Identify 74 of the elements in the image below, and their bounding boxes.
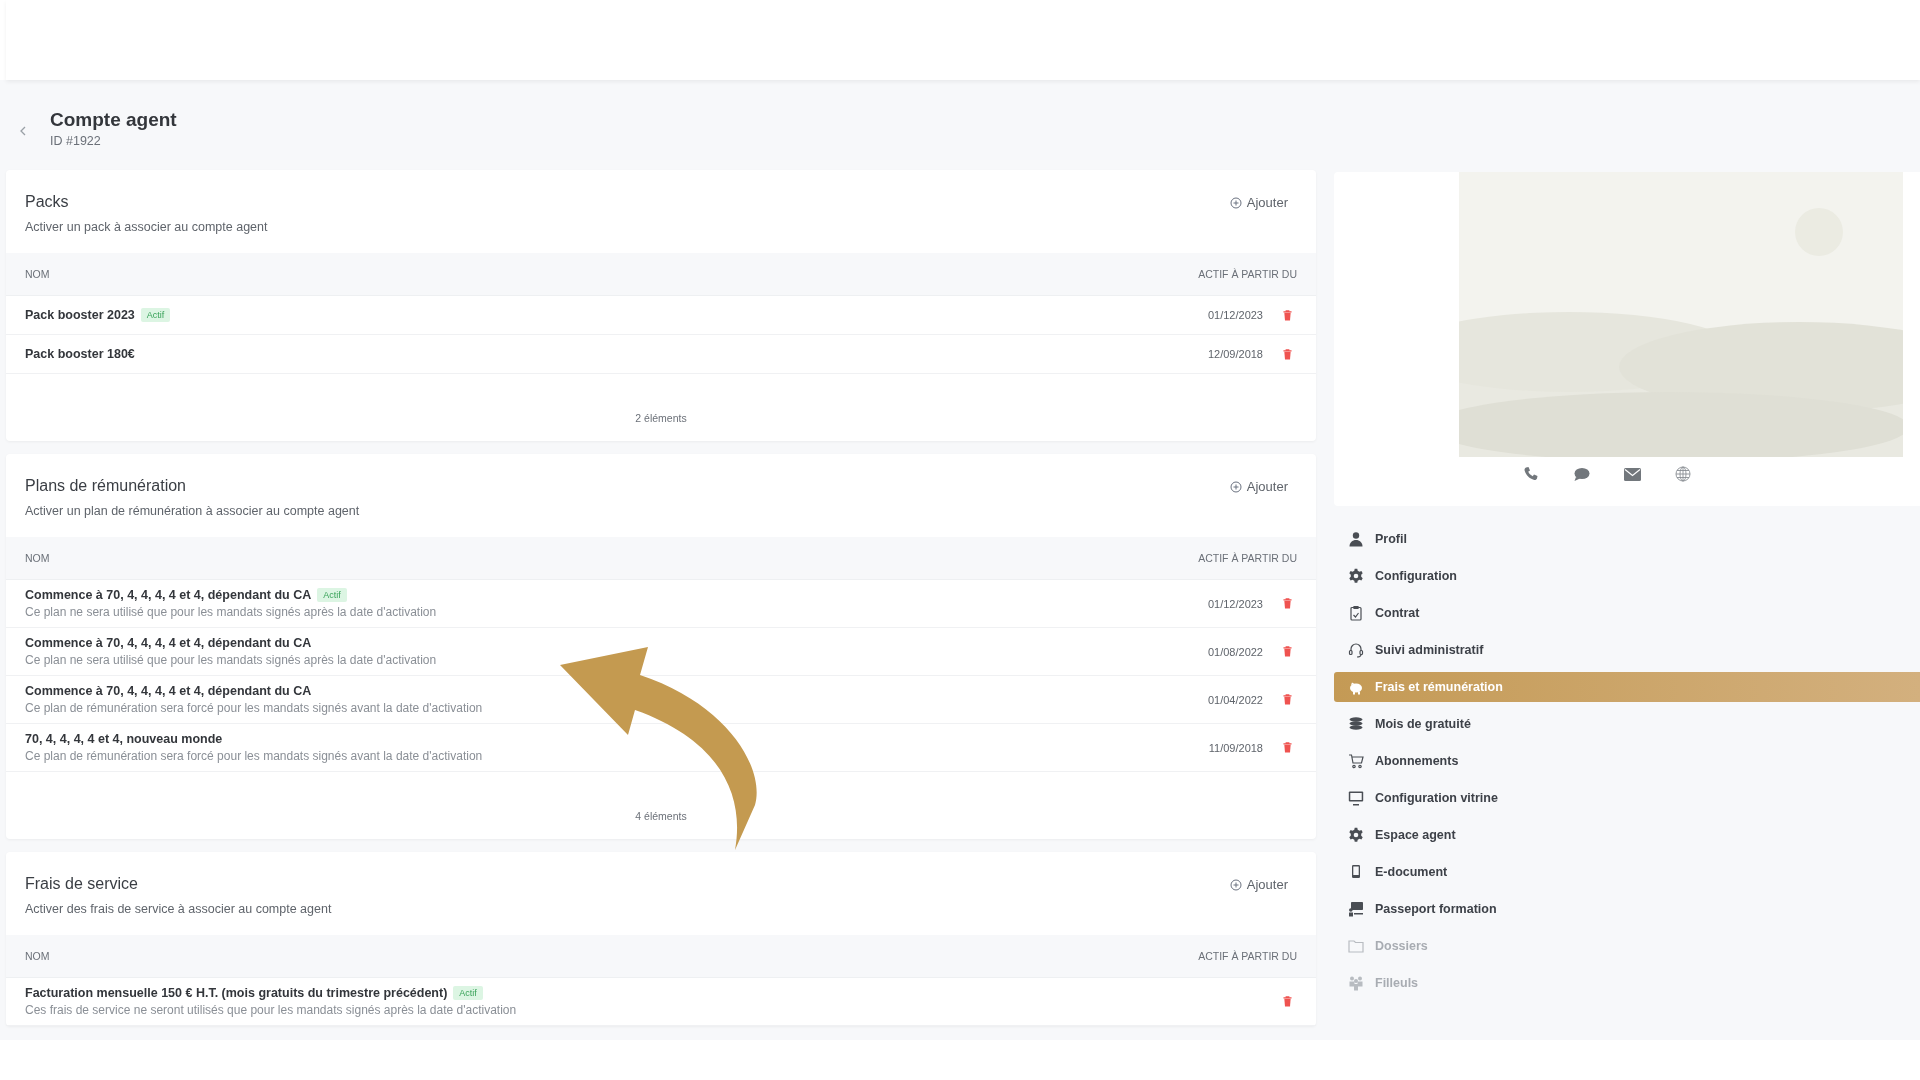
cart-icon [1348, 753, 1364, 769]
row-note: Ce plan de rémunération sera forcé pour les mandats signés avant la date d'activation [25, 701, 484, 715]
nav-item[interactable]: E-document [1334, 857, 1920, 887]
nav-item[interactable]: Configuration vitrine [1334, 783, 1920, 813]
row-name: Commence à 70, 4, 4, 4, 4 et 4, dépendant du CA [25, 636, 312, 650]
row-note: Ces frais de service ne seront utilisés que pour les mandats signés après la date d'activation [25, 1003, 518, 1017]
section-description: Activer des frais de service à associer au compte agent [25, 902, 332, 916]
row-name: Commence à 70, 4, 4, 4, 4 et 4, dépendant du CA [25, 588, 312, 602]
gear-icon [1348, 568, 1364, 584]
section-title: Packs [25, 193, 70, 211]
column-header: ACTIF À PARTIR DU [1198, 268, 1297, 280]
folder-icon [1348, 938, 1364, 954]
section-title: Frais de service [25, 875, 139, 893]
row-date: 11/09/2018 [1208, 741, 1263, 754]
row-name: Pack booster 180€ [25, 347, 135, 361]
nav-item[interactable]: Configuration [1334, 561, 1920, 591]
add-icon [1229, 196, 1242, 209]
row-date: 01/12/2023 [1207, 597, 1263, 610]
row-date: 01/04/2022 [1207, 693, 1263, 706]
nav-item[interactable]: Espace agent [1334, 820, 1920, 850]
column-header: NOM [25, 552, 50, 564]
trash-icon[interactable] [1283, 598, 1292, 609]
row-note: Ce plan de rémunération sera forcé pour les mandats signés avant la date d'activation [25, 749, 484, 763]
nav-item[interactable]: Suivi administratif [1334, 635, 1920, 665]
nav-item[interactable]: Contrat [1334, 598, 1920, 628]
people-icon [1348, 975, 1364, 991]
column-header: NOM [25, 950, 50, 962]
item-count: 4 éléments [634, 809, 688, 824]
add-button[interactable]: Ajouter [1219, 477, 1298, 496]
status-badge: Actif [140, 308, 171, 322]
page-title: Compte agent [50, 109, 177, 131]
clipboard-icon [1348, 605, 1364, 621]
nav-item[interactable]: Passeport formation [1334, 894, 1920, 924]
headset-icon [1348, 642, 1364, 658]
monitor-icon [1348, 790, 1364, 806]
nav-item[interactable]: Abonnements [1334, 746, 1920, 776]
row-note: Ce plan ne sera utilisé que pour les mandats signés après la date d'activation [25, 605, 438, 619]
row-date: 01/08/2022 [1207, 645, 1263, 658]
trash-icon[interactable] [1283, 742, 1292, 753]
add-icon [1229, 480, 1242, 493]
row-name: Commence à 70, 4, 4, 4, 4 et 4, dépendant du CA [25, 684, 312, 698]
column-header: ACTIF À PARTIR DU [1198, 552, 1297, 564]
add-button[interactable]: Ajouter [1219, 193, 1298, 212]
row-name: 70, 4, 4, 4, 4 et 4, nouveau monde [25, 732, 223, 746]
back-icon[interactable] [20, 125, 26, 136]
page-subtitle: ID #1922 [50, 134, 102, 148]
status-badge: Actif [453, 986, 483, 1000]
person-icon [1348, 531, 1364, 547]
status-badge: Actif [317, 588, 347, 602]
mail-icon[interactable] [1624, 467, 1641, 481]
row-note: Ce plan ne sera utilisé que pour les mandats signés après la date d'activation [25, 653, 438, 667]
trash-icon[interactable] [1283, 309, 1292, 321]
coins-icon [1348, 716, 1364, 732]
chat-icon[interactable] [1573, 466, 1590, 482]
column-header: NOM [25, 268, 50, 280]
add-icon [1229, 878, 1242, 891]
add-button[interactable]: Ajouter [1219, 875, 1298, 894]
row-name: Pack booster 2023 [25, 308, 135, 322]
row-date: 12/09/2018 [1207, 348, 1263, 360]
section-description: Activer un plan de rémunération à associer au compte agent [25, 504, 360, 518]
section-title: Plans de rémunération [25, 477, 187, 495]
phone-icon[interactable] [1523, 466, 1539, 482]
trash-icon[interactable] [1283, 348, 1292, 360]
column-header: ACTIF À PARTIR DU [1198, 950, 1297, 962]
trash-icon[interactable] [1283, 646, 1292, 657]
nav-item[interactable]: Mois de gratuité [1334, 709, 1920, 739]
row-date: 01/12/2023 [1207, 309, 1263, 321]
section-description: Activer un pack à associer au compte agent [25, 220, 268, 234]
nav-item[interactable]: Profil [1334, 524, 1920, 554]
globe-icon[interactable] [1675, 466, 1691, 482]
trash-icon[interactable] [1283, 694, 1292, 705]
trash-icon[interactable] [1283, 996, 1292, 1007]
row-name: Facturation mensuelle 150 € H.T. (mois gratuits du trimestre précédent) [25, 986, 448, 1000]
item-count: 2 éléments [634, 411, 688, 426]
